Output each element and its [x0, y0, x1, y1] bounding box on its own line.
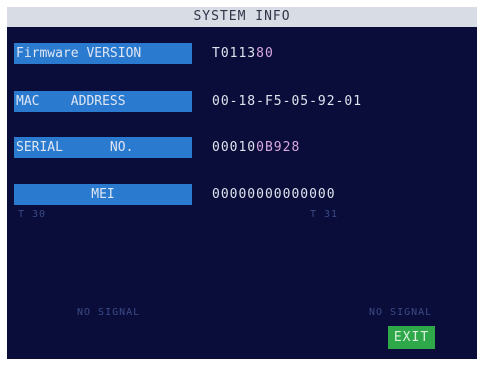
firmware-version-value-main: T0113: [212, 46, 257, 61]
channel-overlay-right: T 31: [310, 209, 339, 220]
serial-no-value-accent: 0B928: [256, 140, 301, 155]
mei-value: 00000000000000: [212, 184, 336, 205]
exit-button[interactable]: EXIT: [388, 326, 435, 349]
dvr-screen: SYSTEM INFO Firmware VERSION T011380 MAC…: [7, 7, 477, 359]
firmware-version-value-accent: 80: [256, 46, 274, 61]
no-signal-left: NO SIGNAL: [77, 307, 141, 318]
serial-no-value: 000100B928: [212, 137, 300, 158]
mei-label: MEI: [14, 184, 192, 205]
mac-address-value-main: 00-18-F5-05-92-01: [212, 94, 363, 109]
mac-address-value: 00-18-F5-05-92-01: [212, 91, 362, 112]
mac-address-label: MAC ADDRESS: [14, 91, 192, 112]
firmware-version-label: Firmware VERSION: [14, 43, 192, 64]
serial-no-value-main: 00010: [212, 140, 257, 155]
mei-value-main: 00000000000000: [212, 187, 336, 202]
page-title: SYSTEM INFO: [7, 7, 477, 27]
firmware-version-value: T011380: [212, 43, 274, 64]
channel-overlay-left: T 30: [18, 209, 47, 220]
no-signal-right: NO SIGNAL: [369, 307, 433, 318]
serial-no-label: SERIAL NO.: [14, 137, 192, 158]
